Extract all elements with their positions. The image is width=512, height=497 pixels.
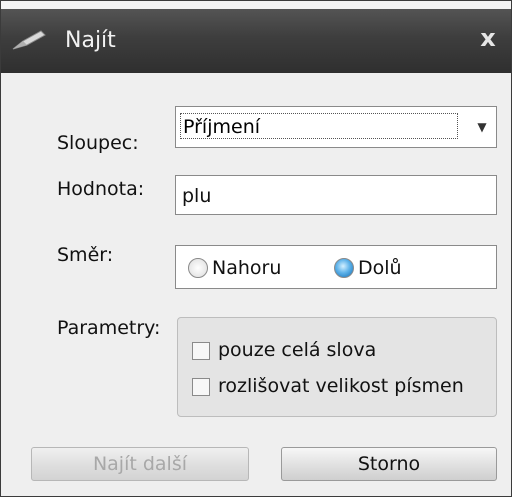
radio-down[interactable] [334, 258, 354, 278]
value-input[interactable]: plu [175, 175, 497, 215]
cancel-button[interactable]: Storno [281, 447, 497, 481]
chevron-down-icon[interactable]: ▼ [474, 119, 490, 135]
case-sensitive-checkbox[interactable] [192, 378, 210, 396]
column-select[interactable]: Příjmení ▼ [175, 106, 497, 148]
value-input-text: plu [182, 185, 212, 207]
direction-label: Směr: [57, 244, 114, 266]
radio-down-label[interactable]: Dolů [358, 257, 402, 279]
pen-icon [12, 30, 46, 50]
value-label: Hodnota: [57, 178, 145, 200]
whole-words-label[interactable]: pouze celá slova [218, 339, 376, 361]
find-dialog: Najít x Sloupec: Příjmení ▼ Hodnota: plu… [0, 0, 512, 497]
find-next-button[interactable]: Najít další [31, 447, 249, 481]
title-bar[interactable]: Najít x [1, 1, 511, 73]
title-bar-top-strip [1, 1, 511, 9]
direction-group: Nahoru Dolů [175, 245, 497, 289]
radio-up-label[interactable]: Nahoru [212, 257, 281, 279]
case-sensitive-label[interactable]: rozlišovat velikost písmen [218, 375, 464, 397]
radio-up[interactable] [188, 258, 208, 278]
column-label: Sloupec: [57, 132, 139, 154]
params-label: Parametry: [57, 317, 161, 339]
close-icon: x [480, 24, 496, 52]
dialog-title: Najít [65, 28, 116, 53]
column-select-value: Příjmení [180, 113, 458, 139]
whole-words-checkbox[interactable] [192, 342, 210, 360]
params-group: pouze celá slova rozlišovat velikost pís… [177, 317, 497, 417]
close-button[interactable]: x [471, 21, 505, 55]
